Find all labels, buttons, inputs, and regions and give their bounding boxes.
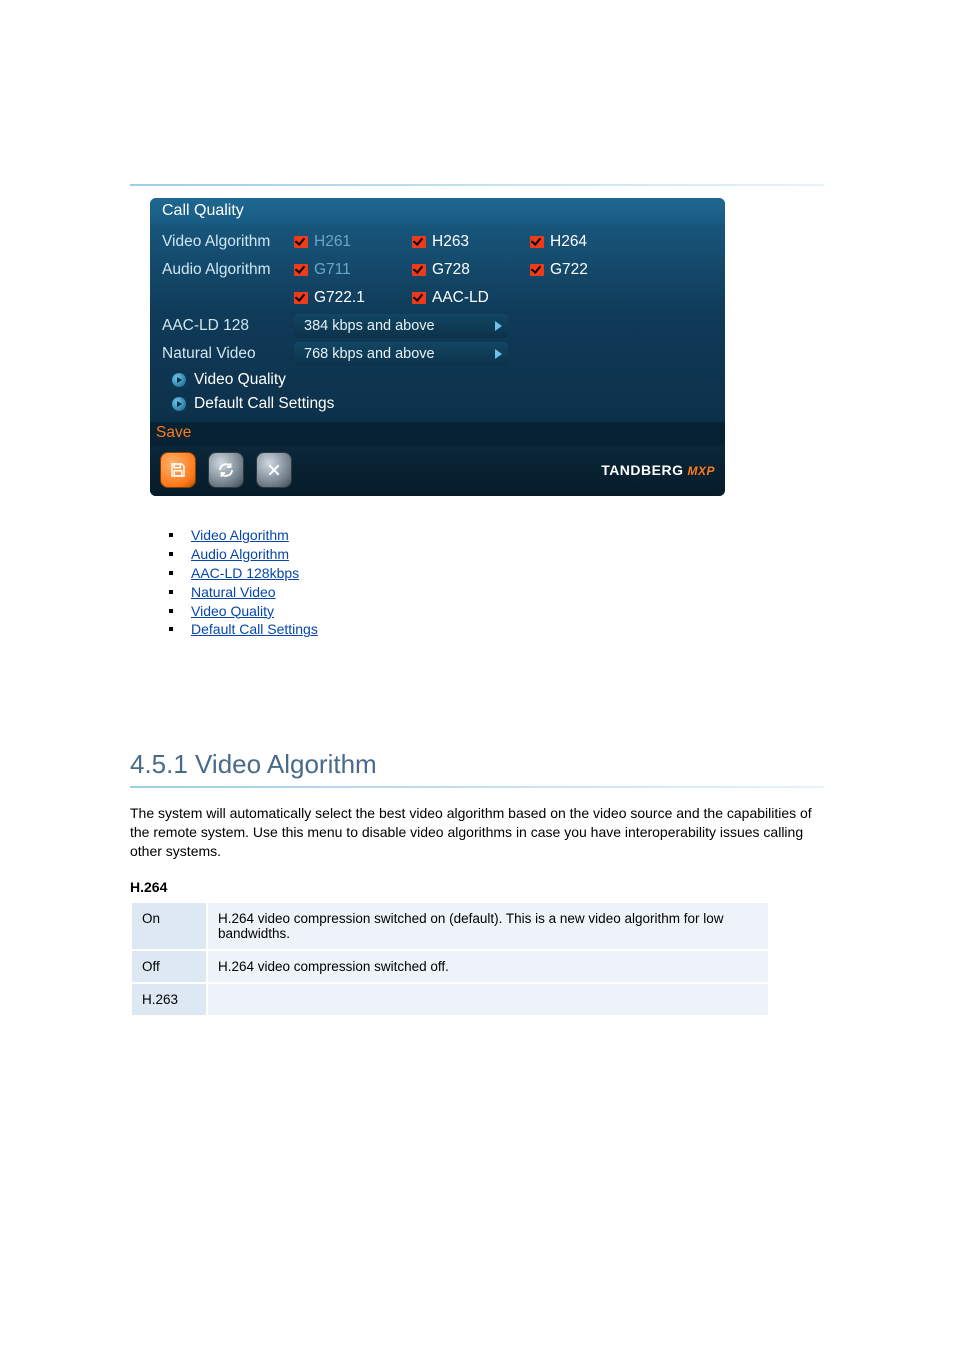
floppy-disk-icon [169, 461, 187, 479]
checkbox-icon [530, 264, 544, 276]
call-quality-panel: Call Quality Video Algorithm H261 H263 [150, 198, 725, 496]
link-list: Video Algorithm Audio Algorithm AAC-LD 1… [155, 526, 954, 639]
panel-link-default-call-label: Default Call Settings [194, 395, 334, 413]
h264-table: On H.264 video compression switched on (… [130, 901, 770, 1017]
row-aac-ld-128: AAC-LD 128 384 kbps and above [162, 312, 713, 340]
chevron-right-icon [495, 349, 502, 359]
audio-aacld-label: AAC-LD [432, 289, 489, 307]
video-h264-label: H264 [550, 233, 587, 251]
audio-g711-option[interactable]: G711 [294, 261, 412, 279]
refresh-button[interactable] [208, 452, 244, 488]
audio-g728-label: G728 [432, 261, 470, 279]
audio-aacld-option[interactable]: AAC-LD [412, 289, 530, 307]
video-h263-option[interactable]: H263 [412, 233, 530, 251]
section-divider [130, 786, 824, 788]
chevron-right-icon [172, 373, 186, 387]
save-label: Save [156, 424, 191, 441]
checkbox-icon [294, 264, 308, 276]
list-item[interactable]: AAC-LD 128kbps [155, 564, 954, 583]
top-divider [130, 184, 824, 186]
audio-g7221-label: G722.1 [314, 289, 365, 307]
checkbox-icon [294, 236, 308, 248]
save-button[interactable] [160, 452, 196, 488]
close-icon [266, 462, 282, 478]
natural-video-dropdown[interactable]: 768 kbps and above [294, 342, 508, 366]
chevron-right-icon [172, 397, 186, 411]
natural-video-label: Natural Video [162, 345, 294, 363]
row-audio-algorithm-2: G722.1 AAC-LD [162, 284, 713, 312]
panel-footer: TANDBERG MXP [150, 446, 725, 496]
aac-ld-dropdown[interactable]: 384 kbps and above [294, 314, 508, 338]
list-item[interactable]: Audio Algorithm [155, 545, 954, 564]
checkbox-icon [294, 292, 308, 304]
table-row: Off H.264 video compression switched off… [132, 951, 768, 982]
row-audio-algorithm-1: Audio Algorithm G711 G728 G722 [162, 256, 713, 284]
audio-g711-label: G711 [314, 261, 351, 279]
table-cell: H.264 video compression switched off. [208, 951, 768, 982]
row-video-algorithm: Video Algorithm H261 H263 H264 [162, 228, 713, 256]
save-row: Save [150, 422, 725, 446]
list-item[interactable]: Video Quality [155, 602, 954, 621]
chevron-right-icon [495, 321, 502, 331]
panel-link-video-quality-label: Video Quality [194, 371, 286, 389]
brand-suffix: MXP [687, 464, 715, 478]
aac-ld-label: AAC-LD 128 [162, 317, 294, 335]
brand-logo: TANDBERG MXP [601, 462, 715, 478]
list-item[interactable]: Natural Video [155, 583, 954, 602]
section-body: The system will automatically select the… [130, 804, 824, 861]
panel-title: Call Quality [150, 198, 725, 224]
checkbox-icon [530, 236, 544, 248]
table-cell: H.263 [132, 984, 206, 1015]
natural-video-dropdown-value: 768 kbps and above [304, 346, 435, 362]
audio-g7221-option[interactable]: G722.1 [294, 289, 412, 307]
panel-link-default-call[interactable]: Default Call Settings [162, 392, 713, 416]
list-item[interactable]: Default Call Settings [155, 620, 954, 639]
table-cell: On [132, 903, 206, 949]
row-natural-video: Natural Video 768 kbps and above [162, 340, 713, 368]
video-h261-option[interactable]: H261 [294, 233, 412, 251]
panel-link-video-quality[interactable]: Video Quality [162, 368, 713, 392]
video-h261-label: H261 [314, 233, 351, 251]
refresh-icon [217, 461, 235, 479]
audio-g722-option[interactable]: G722 [530, 261, 648, 279]
video-h263-label: H263 [432, 233, 469, 251]
brand-name: TANDBERG [601, 462, 683, 478]
close-button[interactable] [256, 452, 292, 488]
audio-g728-option[interactable]: G728 [412, 261, 530, 279]
table-cell: Off [132, 951, 206, 982]
video-h264-option[interactable]: H264 [530, 233, 648, 251]
section-subheading: H.264 [130, 879, 824, 895]
checkbox-icon [412, 292, 426, 304]
table-row: H.263 [132, 984, 768, 1015]
list-item[interactable]: Video Algorithm [155, 526, 954, 545]
video-algorithm-label: Video Algorithm [162, 233, 294, 251]
table-cell [208, 984, 768, 1015]
section-heading: 4.5.1 Video Algorithm [130, 749, 824, 780]
table-cell: H.264 video compression switched on (def… [208, 903, 768, 949]
audio-g722-label: G722 [550, 261, 588, 279]
checkbox-icon [412, 264, 426, 276]
checkbox-icon [412, 236, 426, 248]
table-row: On H.264 video compression switched on (… [132, 903, 768, 949]
audio-algorithm-label: Audio Algorithm [162, 261, 294, 279]
aac-ld-dropdown-value: 384 kbps and above [304, 318, 435, 334]
